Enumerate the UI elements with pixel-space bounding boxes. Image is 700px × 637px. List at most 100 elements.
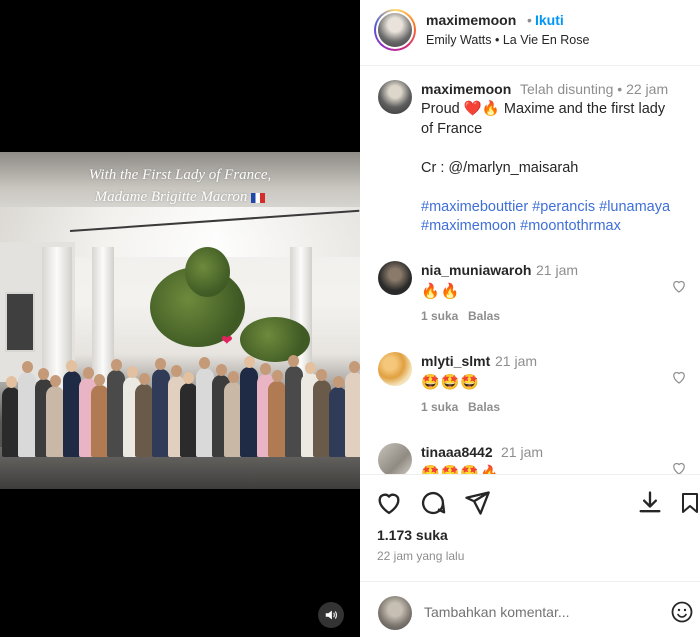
photo-guest-head [49, 375, 61, 387]
sound-toggle-button[interactable] [318, 602, 344, 628]
comment-item: mlyti_slmt 21 jam 🤩🤩🤩 1 suka Balas [360, 352, 700, 440]
photo-guest-head [155, 358, 166, 370]
photo-guest-head [243, 356, 255, 368]
save-bookmark-icon[interactable] [678, 489, 700, 517]
photo-crowd [0, 347, 360, 457]
photo-guest-head [126, 366, 138, 378]
comment-time: 21 jam [536, 262, 579, 278]
photo-guest-head [316, 369, 328, 381]
comment-text: 🤩🤩🤩 [421, 374, 481, 391]
photo-guest [135, 384, 154, 457]
fire-emoji: 🔥 [481, 101, 500, 117]
photo-guest-head [288, 355, 300, 367]
photo-guest [224, 382, 242, 457]
caption-text: Proud ❤️🔥 Maxime and the first lady of F… [421, 100, 691, 237]
photo-guest [195, 368, 214, 457]
comment-text: 🤩🤩🤩🔥 [421, 465, 500, 474]
caption-avatar[interactable] [378, 80, 412, 114]
comment-item: nia_muniawaroh 21 jam 🔥🔥 1 suka Balas [360, 261, 700, 349]
author-username[interactable]: maximemoon [426, 12, 516, 28]
photo-guest-head [183, 372, 195, 384]
like-heart-icon[interactable] [375, 489, 403, 517]
photo-guest [151, 369, 170, 457]
photo-guest-head [5, 376, 17, 388]
likes-count[interactable]: 1.173 suka [377, 527, 448, 543]
comment-input[interactable] [424, 600, 654, 624]
photo-guest [90, 385, 109, 457]
photo-guest [240, 367, 259, 457]
post-photo[interactable]: With the First Lady of France, Madame Br… [0, 152, 360, 489]
caption-line1: Proud ❤️🔥 Maxime and the first lady [421, 100, 691, 120]
audio-track-link[interactable]: Emily Watts • La Vie En Rose [426, 33, 589, 47]
comment-bubble-icon[interactable] [419, 489, 447, 517]
comment-time: 21 jam [501, 444, 544, 460]
hashtag-link[interactable]: #moontothrmax [520, 218, 621, 234]
reply-button[interactable]: Balas [468, 400, 500, 414]
commenter-username[interactable]: tinaaa8442 [421, 444, 493, 460]
commenter-username[interactable]: mlyti_slmt [421, 353, 490, 369]
photo-guest-head [171, 365, 183, 377]
photo-guest [2, 387, 20, 457]
commenter-avatar[interactable] [378, 352, 412, 386]
photo-guest [179, 383, 198, 457]
photo-caption-line1: With the First Lady of France, [88, 167, 272, 183]
caption-meta: Telah disunting • 22 jam [520, 81, 669, 97]
hashtag-link[interactable]: #lunamaya [599, 199, 670, 215]
like-comment-heart-icon[interactable] [670, 368, 688, 386]
hashtag-link[interactable]: #maximemoon [421, 218, 516, 234]
author-avatar[interactable] [374, 9, 416, 51]
photo-guest [268, 381, 287, 457]
add-comment-bar [360, 581, 700, 637]
commenter-avatar[interactable] [378, 261, 412, 295]
photo-caption: With the First Lady of France, Madame Br… [0, 164, 360, 208]
heart-emoji: ❤️ [463, 101, 482, 117]
photo-guest [62, 371, 81, 457]
post-side-panel: maximemoon • Ikuti Emily Watts • La Vie … [360, 0, 700, 637]
hashtag-link[interactable]: #maximebouttier [421, 199, 528, 215]
hashtag-row: #maximebouttier #perancis #lunamaya [421, 198, 691, 218]
photo-tree [185, 247, 230, 297]
comments-feed[interactable]: maximemoon Telah disunting • 22 jam Prou… [360, 67, 700, 474]
photo-guest-head [94, 374, 106, 386]
comment-time: 21 jam [495, 353, 538, 369]
caption-line2: of France [421, 120, 483, 137]
photo-guest-head [332, 376, 344, 388]
photo-guest [284, 366, 303, 457]
photo-guest-head [110, 359, 122, 371]
post-header: maximemoon • Ikuti Emily Watts • La Vie … [360, 0, 700, 66]
commenter-username[interactable]: nia_muniawaroh [421, 262, 531, 278]
share-paper-plane-icon[interactable] [463, 489, 491, 517]
download-icon[interactable] [636, 489, 664, 517]
like-comment-heart-icon[interactable] [670, 277, 688, 295]
follow-button[interactable]: Ikuti [535, 12, 564, 28]
comment-likes[interactable]: 1 suka [421, 400, 458, 414]
like-comment-heart-icon[interactable] [670, 459, 688, 474]
post-timestamp: 22 jam yang lalu [377, 549, 465, 563]
photo-window [5, 292, 35, 352]
photo-guest-head [38, 368, 50, 380]
photo-guest [46, 386, 65, 457]
photo-guest-head [260, 363, 272, 375]
commenter-avatar[interactable] [378, 443, 412, 474]
photo-guest-head [21, 361, 33, 373]
reply-button[interactable]: Balas [468, 309, 500, 323]
current-user-avatar [378, 596, 412, 630]
photo-guest [18, 372, 37, 457]
comment-text: 🔥🔥 [421, 283, 461, 300]
photo-guest-head [348, 361, 360, 373]
emoji-picker-icon[interactable] [670, 600, 694, 624]
photo-guest [107, 370, 126, 457]
post-media[interactable]: With the First Lady of France, Madame Br… [0, 0, 360, 637]
photo-guest [345, 372, 360, 457]
photo-guest-head [215, 364, 227, 376]
hashtag-link[interactable]: #perancis [532, 199, 595, 215]
photo-guest-head [138, 373, 150, 385]
caption-credit: Cr : @/marlyn_maisarah [421, 159, 579, 176]
photo-guest-head [304, 362, 316, 374]
caption-line1-suffix: Maxime and the first lady [503, 101, 666, 117]
photo-guest-head [227, 371, 239, 383]
comment-likes[interactable]: 1 suka [421, 309, 458, 323]
hashtag-row: #maximemoon #moontothrmax [421, 217, 691, 237]
caption-username[interactable]: maximemoon [421, 81, 511, 97]
